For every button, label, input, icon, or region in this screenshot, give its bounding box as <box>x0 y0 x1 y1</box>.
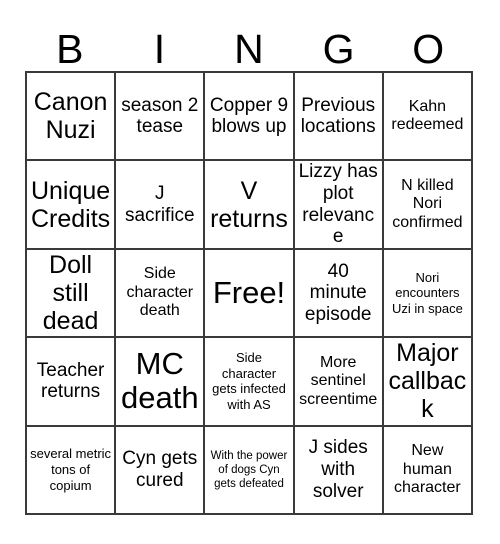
bingo-cell-label: Doll still dead <box>42 251 99 335</box>
bingo-cell-label: Canon Nuzi <box>33 88 108 145</box>
bingo-cell-label: Cyn gets cured <box>122 448 198 491</box>
bingo-cell-label: Previous locations <box>300 94 376 138</box>
bingo-cell-label: Nori encounters Uzi in space <box>391 269 463 316</box>
bingo-cell-label: With the power of dogs Cyn gets defeated <box>210 449 288 490</box>
bingo-cell[interactable]: With the power of dogs Cyn gets defeated <box>205 426 295 515</box>
bingo-cell-label: J sides with solver <box>308 437 368 502</box>
bingo-cell-label: Side character death <box>126 265 194 320</box>
bingo-cell[interactable]: MC death <box>116 338 206 427</box>
bingo-cell-label: J sacrifice <box>124 182 195 226</box>
bingo-card: B I N G O Canon Nuzi season 2 tease Copper… <box>0 0 500 544</box>
bingo-cell[interactable]: Lizzy has plot relevance <box>294 161 384 250</box>
bingo-cell-label: V returns <box>210 176 288 233</box>
bingo-cell[interactable]: Doll still dead <box>27 249 117 339</box>
bingo-cell[interactable]: Teacher returns <box>27 338 117 427</box>
header-letter-i: I <box>153 26 166 72</box>
bingo-cell-label: Free! <box>212 274 286 310</box>
bingo-cell[interactable]: New human character <box>383 426 473 515</box>
bingo-cell-label: New human character <box>394 441 461 497</box>
bingo-cell[interactable]: V returns <box>205 161 295 250</box>
header-letter-o: O <box>412 26 445 72</box>
bingo-grid: Canon Nuzi season 2 tease Copper 9 blows u… <box>25 71 473 515</box>
bingo-cell[interactable]: 40 minute episode <box>294 249 384 339</box>
bingo-cell[interactable]: season 2 tease <box>116 73 206 162</box>
bingo-cell[interactable]: Cyn gets cured <box>116 426 206 515</box>
bingo-cell-label: N killed Nori confirmed <box>392 176 463 231</box>
header-letter-n: N <box>234 26 264 72</box>
bingo-cell[interactable]: J sacrifice <box>116 161 206 250</box>
bingo-header: B I N G O <box>25 18 473 70</box>
bingo-cell[interactable]: Side character death <box>116 249 206 339</box>
bingo-cell[interactable]: Unique Credits <box>27 161 117 250</box>
bingo-cell[interactable]: Copper 9 blows up <box>205 73 295 162</box>
bingo-cell-label: Unique Credits <box>30 176 111 233</box>
bingo-cell-free[interactable]: Free! <box>205 249 295 339</box>
bingo-cell-label: Teacher returns <box>36 359 105 403</box>
bingo-cell-label: several metric tons of copium <box>30 446 112 493</box>
bingo-cell[interactable]: several metric tons of copium <box>27 426 117 515</box>
bingo-cell[interactable]: Side character gets infected with AS <box>205 338 295 427</box>
bingo-cell-label: MC death <box>121 346 199 416</box>
bingo-cell[interactable]: Major callback <box>383 338 473 427</box>
bingo-cell-label: Copper 9 blows up <box>209 94 289 138</box>
bingo-cell-label: Lizzy has plot relevance <box>298 161 378 248</box>
bingo-cell-label: season 2 tease <box>121 94 199 138</box>
bingo-cell[interactable]: Previous locations <box>294 73 384 162</box>
header-letter-g: G <box>322 26 355 72</box>
bingo-cell-label: Major callback <box>388 339 467 424</box>
bingo-cell-label: Side character gets infected with AS <box>212 350 286 412</box>
bingo-cell[interactable]: N killed Nori confirmed <box>383 161 473 250</box>
bingo-cell[interactable]: Kahn redeemed <box>383 73 473 162</box>
bingo-cell-label: More sentinel screentime <box>299 353 378 408</box>
bingo-cell[interactable]: J sides with solver <box>294 426 384 515</box>
bingo-cell[interactable]: More sentinel screentime <box>294 338 384 427</box>
bingo-cell[interactable]: Nori encounters Uzi in space <box>383 249 473 339</box>
bingo-cell-label: 40 minute episode <box>304 260 372 325</box>
header-letter-b: B <box>56 26 84 72</box>
bingo-cell-label: Kahn redeemed <box>391 97 464 134</box>
bingo-cell[interactable]: Canon Nuzi <box>27 73 117 162</box>
